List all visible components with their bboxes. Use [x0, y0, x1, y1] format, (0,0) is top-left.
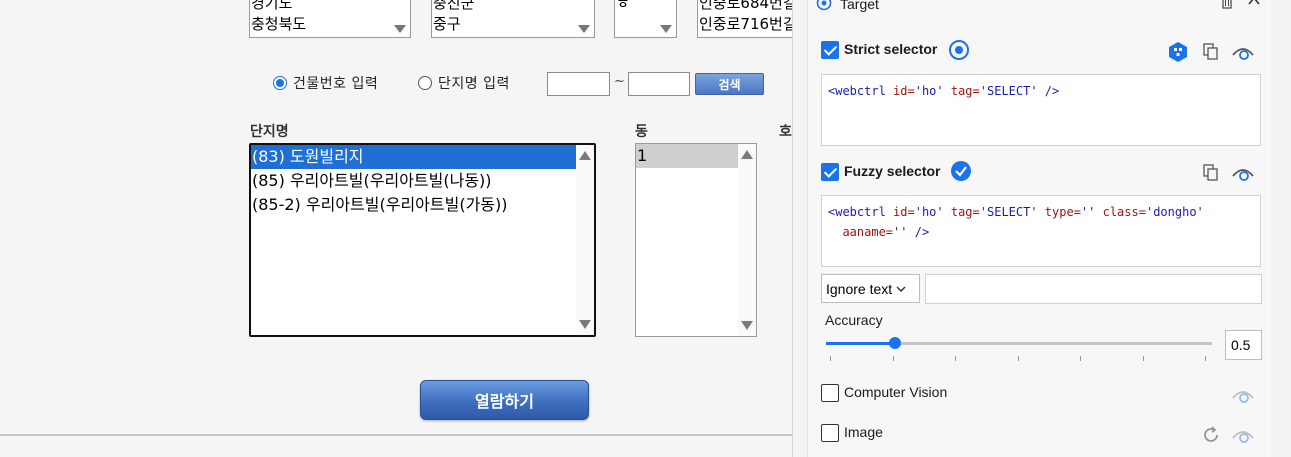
refresh-icon[interactable]	[1201, 425, 1221, 445]
panel-title: Target	[840, 0, 879, 12]
scroll-down-icon[interactable]	[579, 320, 591, 329]
divider	[0, 434, 792, 436]
dropdown-arrow-icon	[394, 25, 406, 33]
chevron-up-icon[interactable]	[1247, 0, 1261, 7]
district-option: 중구	[433, 15, 461, 33]
slider-tick	[1018, 356, 1019, 361]
dong-listbox[interactable]: 1	[635, 143, 757, 337]
slider-tick	[893, 356, 894, 361]
province-option: 경기도	[251, 0, 293, 12]
web-page: 경기도 충청북도 충진군 중구 ㅎ 인중로684번길 인중로716번길 건물번호…	[0, 0, 792, 457]
number-from-input[interactable]	[547, 72, 610, 96]
hierarchy-icon[interactable]	[1167, 41, 1189, 63]
chevron-down-icon	[896, 285, 906, 292]
list-item[interactable]: (85) 우리아트빌(우리아트빌(나동))	[251, 169, 594, 193]
computer-vision-label: Computer Vision	[844, 384, 948, 400]
radio-on-icon	[273, 76, 287, 90]
image-label: Image	[844, 424, 883, 440]
slider-tick	[955, 356, 956, 361]
district-option: 충진군	[433, 0, 475, 12]
number-to-input[interactable]	[628, 72, 690, 96]
scroll-down-icon[interactable]	[741, 321, 753, 330]
road-select[interactable]: 인중로684번길 인중로716번길	[697, 0, 792, 38]
target-icon	[949, 40, 969, 60]
highlight-eye-icon[interactable]	[1231, 164, 1255, 182]
strict-checkbox[interactable]	[821, 41, 839, 59]
dropdown-arrow-icon	[578, 25, 590, 33]
copy-icon[interactable]	[1203, 43, 1219, 61]
accuracy-value-input[interactable]: 0.5	[1225, 330, 1262, 360]
complex-label: 단지명	[250, 124, 289, 140]
radio-complex-name[interactable]: 단지명 입력	[418, 73, 510, 93]
road-option: 인중로684번길	[699, 0, 792, 12]
province-select[interactable]: 경기도 충청북도	[249, 0, 411, 38]
list-item[interactable]: 1	[636, 144, 738, 168]
slider-tick	[1080, 356, 1081, 361]
list-item[interactable]: (83) 도원빌리지	[251, 145, 578, 169]
initial-option: ㅎ	[616, 0, 630, 12]
fuzzy-selector-code[interactable]: <webctrl id='ho' tag='SELECT' type='' cl…	[821, 195, 1261, 267]
slider-tick	[830, 356, 831, 361]
radio-building-label: 건물번호 입력	[293, 76, 379, 92]
highlight-eye-icon[interactable]	[1231, 386, 1255, 404]
scroll-up-icon[interactable]	[741, 150, 753, 159]
district-select[interactable]: 충진군 중구	[431, 0, 595, 38]
slider-tick	[1205, 356, 1206, 361]
highlight-eye-icon[interactable]	[1231, 43, 1255, 61]
ignore-text-label: Ignore text	[826, 280, 893, 297]
fuzzy-label: Fuzzy selector	[844, 163, 941, 179]
initial-select[interactable]: ㅎ	[614, 0, 677, 38]
strict-label: Strict selector	[844, 41, 938, 57]
scrollbar[interactable]	[576, 145, 594, 335]
trash-icon[interactable]	[1220, 0, 1234, 10]
accuracy-slider[interactable]	[826, 337, 1212, 349]
radio-building-number[interactable]: 건물번호 입력	[273, 73, 378, 93]
accuracy-label: Accuracy	[825, 312, 883, 328]
province-option: 충청북도	[251, 15, 307, 33]
ignore-text-dropdown[interactable]: Ignore text	[821, 274, 920, 303]
scrollbar[interactable]	[738, 144, 756, 336]
highlight-eye-icon[interactable]	[1231, 426, 1255, 444]
search-button[interactable]: 검색	[695, 73, 764, 95]
copy-icon[interactable]	[1203, 164, 1219, 182]
view-button[interactable]: 열람하기	[420, 380, 589, 420]
computer-vision-checkbox[interactable]	[821, 384, 839, 402]
ignore-text-input[interactable]	[925, 274, 1262, 304]
slider-fill	[826, 342, 896, 345]
strict-selector-code[interactable]: <webctrl id='ho' tag='SELECT' />	[821, 74, 1261, 146]
ho-label: 호	[779, 124, 792, 140]
dropdown-arrow-icon	[660, 25, 672, 33]
complex-listbox[interactable]: (83) 도원빌리지 (85) 우리아트빌(우리아트빌(나동)) (85-2) …	[249, 143, 596, 337]
range-dash: ~	[614, 74, 625, 89]
scroll-up-icon[interactable]	[579, 151, 591, 160]
target-icon	[816, 0, 832, 11]
road-option: 인중로716번길	[699, 15, 792, 33]
radio-off-icon	[418, 76, 432, 90]
image-checkbox[interactable]	[821, 424, 839, 442]
fuzzy-checkbox[interactable]	[821, 163, 839, 181]
verified-check-icon	[951, 161, 971, 181]
dong-label: 동	[635, 124, 648, 140]
slider-tick	[1143, 356, 1144, 361]
radio-complex-label: 단지명 입력	[438, 76, 510, 92]
list-item[interactable]: (85-2) 우리아트빌(우리아트빌(가동))	[251, 193, 594, 217]
